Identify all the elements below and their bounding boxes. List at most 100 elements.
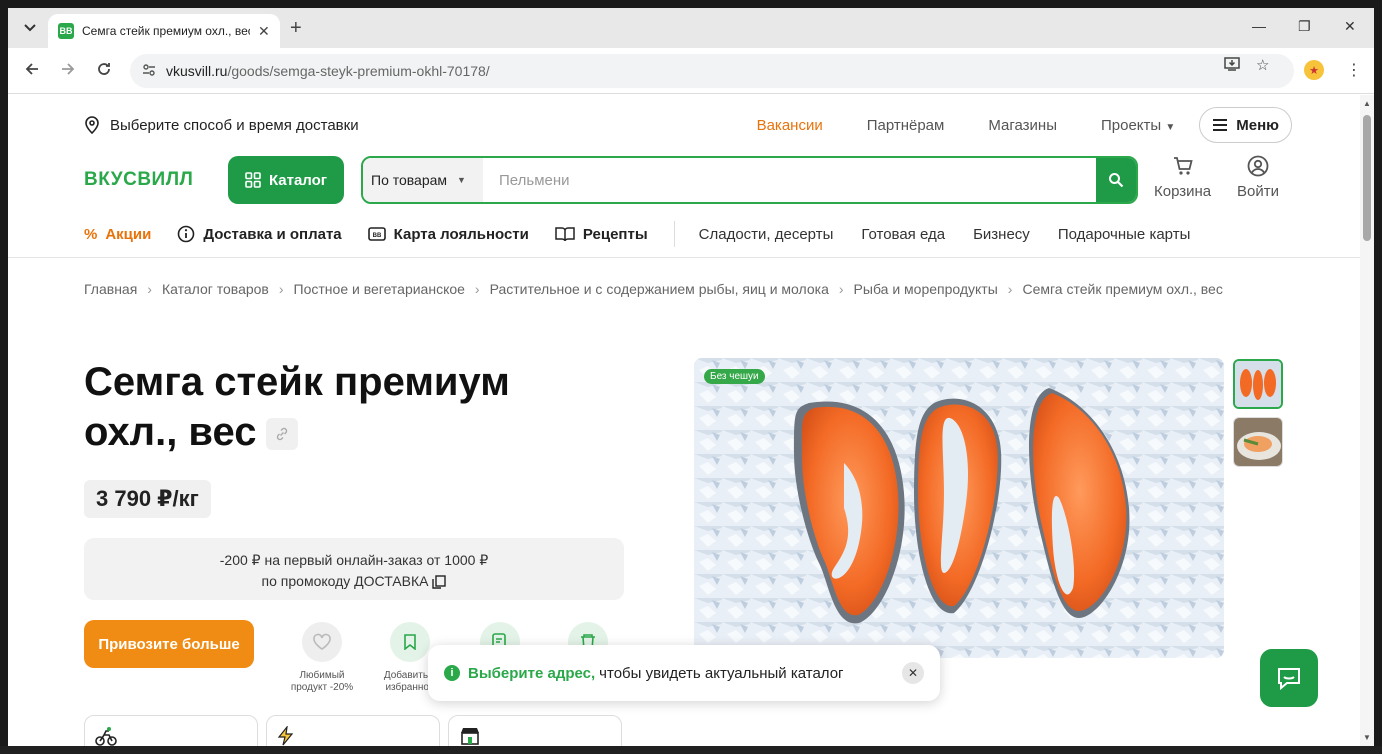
caret-down-icon: ▼ bbox=[1165, 121, 1176, 133]
nav-sweets[interactable]: Сладости, десерты bbox=[699, 226, 834, 243]
thumbnail-cooked-image bbox=[1234, 418, 1282, 466]
breadcrumb: Главная › Каталог товаров › Постное и вегета… bbox=[84, 277, 1284, 301]
breadcrumb-plant-based[interactable]: Растительное и с содержанием рыбы, яиц и… bbox=[490, 281, 829, 297]
page-scrollbar[interactable]: ▲ ▼ bbox=[1360, 95, 1374, 746]
url-text: vkusvill.ru/goods/semga-steyk-premium-ok… bbox=[166, 63, 490, 79]
thumbnail-1[interactable] bbox=[1233, 359, 1283, 409]
breadcrumb-seafood[interactable]: Рыба и морепродукты bbox=[854, 281, 998, 297]
close-toast-icon[interactable]: ✕ bbox=[902, 662, 924, 684]
address-bar[interactable]: vkusvill.ru/goods/semga-steyk-premium-ok… bbox=[130, 54, 1294, 88]
promo-code-copy[interactable]: ДОСТАВКА bbox=[354, 571, 447, 592]
web-page: Выберите способ и время доставки Ваканси… bbox=[8, 95, 1360, 746]
book-icon bbox=[555, 227, 575, 242]
nav-business[interactable]: Бизнесу bbox=[973, 226, 1030, 243]
tab-search-button[interactable] bbox=[16, 16, 44, 40]
breadcrumb-catalog[interactable]: Каталог товаров bbox=[162, 281, 269, 297]
chevron-right-icon: › bbox=[278, 281, 284, 297]
bookmark-star-icon[interactable]: ☆ bbox=[1256, 56, 1269, 74]
bring-more-button[interactable]: Привозите больше bbox=[84, 620, 254, 668]
search-bar: По товарам ▼ bbox=[361, 156, 1138, 204]
search-scope-select[interactable]: По товарам ▼ bbox=[363, 158, 483, 202]
browser-tab-active[interactable]: ВВ Семга стейк премиум охл., вес ✕ bbox=[48, 14, 280, 48]
caret-down-icon: ▼ bbox=[457, 175, 466, 185]
forward-icon[interactable] bbox=[60, 61, 76, 82]
nav-delivery[interactable]: Доставка и оплата bbox=[177, 225, 342, 243]
search-button[interactable] bbox=[1096, 158, 1136, 202]
minimize-icon[interactable]: — bbox=[1252, 18, 1266, 34]
scrollbar-thumb[interactable] bbox=[1363, 115, 1371, 241]
login-button[interactable]: Войти bbox=[1237, 155, 1279, 200]
toast-text: чтобы увидеть актуальный каталог bbox=[599, 664, 844, 682]
nav-loyalty[interactable]: ВВ Карта лояльности bbox=[367, 226, 529, 243]
catalog-button[interactable]: Каталог bbox=[228, 156, 344, 204]
chat-button[interactable] bbox=[1260, 649, 1318, 707]
reload-icon[interactable] bbox=[96, 61, 112, 82]
delivery-label: Выберите способ и время доставки bbox=[110, 116, 359, 134]
bookmark-icon bbox=[390, 622, 430, 662]
site-logo[interactable]: ВКУСВИЛЛ bbox=[84, 169, 193, 191]
header-divider bbox=[8, 257, 1360, 258]
tab-title: Семга стейк премиум охл., вес bbox=[82, 24, 250, 38]
grid-icon bbox=[245, 172, 261, 188]
browser-menu-icon[interactable]: ⋮ bbox=[1346, 60, 1362, 80]
scroll-up-icon[interactable]: ▲ bbox=[1363, 99, 1371, 108]
search-input[interactable] bbox=[483, 158, 1096, 202]
chevron-right-icon: › bbox=[474, 281, 480, 297]
percent-icon: % bbox=[84, 225, 98, 243]
svg-text:ВВ: ВВ bbox=[372, 233, 381, 239]
nav-gift-cards[interactable]: Подарочные карты bbox=[1058, 226, 1191, 243]
category-nav: % Акции Доставка и оплата ВВ Карта лояльн… bbox=[84, 215, 1284, 253]
chevron-right-icon: › bbox=[147, 281, 152, 297]
thumbnail-steaks-image bbox=[1235, 361, 1281, 407]
breadcrumb-lenten[interactable]: Постное и вегетарианское bbox=[294, 281, 465, 297]
close-tab-icon[interactable]: ✕ bbox=[258, 23, 270, 40]
scroll-down-icon[interactable]: ▼ bbox=[1363, 733, 1371, 742]
express-card[interactable] bbox=[266, 715, 440, 746]
main-header: ВКУСВИЛЛ Каталог По товарам ▼ Корзина bbox=[84, 155, 1304, 205]
breadcrumb-current: Семга стейк премиум охл., вес bbox=[1022, 281, 1223, 297]
product-image[interactable]: Без чешуи bbox=[694, 358, 1224, 658]
courier-card[interactable] bbox=[84, 715, 258, 746]
browser-toolbar: vkusvill.ru/goods/semga-steyk-premium-ok… bbox=[8, 48, 1374, 94]
link-partners[interactable]: Партнёрам bbox=[867, 117, 945, 134]
delivery-selector[interactable]: Выберите способ и время доставки bbox=[84, 116, 359, 134]
nav-ready-food[interactable]: Готовая еда bbox=[861, 226, 945, 243]
chevron-right-icon: › bbox=[1007, 281, 1013, 297]
salmon-steaks-photo bbox=[694, 358, 1224, 658]
breadcrumb-home[interactable]: Главная bbox=[84, 281, 137, 297]
nav-recipes[interactable]: Рецепты bbox=[555, 226, 648, 243]
loyalty-card-icon: ВВ bbox=[367, 227, 386, 241]
extension-icon[interactable]: ★ bbox=[1304, 60, 1324, 80]
back-icon[interactable] bbox=[24, 61, 40, 82]
pickup-card[interactable] bbox=[448, 715, 622, 746]
thumbnail-2[interactable] bbox=[1233, 417, 1283, 467]
restore-icon[interactable]: ❐ bbox=[1298, 18, 1311, 35]
hamburger-icon bbox=[1213, 119, 1228, 131]
close-window-icon[interactable]: ✕ bbox=[1344, 18, 1356, 35]
link-stores[interactable]: Магазины bbox=[988, 117, 1057, 134]
product-price: 3 790 ₽/кг bbox=[84, 480, 211, 518]
copy-link-icon[interactable] bbox=[266, 418, 299, 451]
browser-window: ВВ Семга стейк премиум охл., вес ✕ + — ❐… bbox=[8, 8, 1374, 746]
site-info-icon[interactable] bbox=[142, 63, 156, 80]
link-vacancies[interactable]: Вакансии bbox=[757, 117, 823, 134]
new-tab-icon[interactable]: + bbox=[290, 18, 302, 38]
lightning-icon bbox=[277, 724, 294, 746]
favorite-product-action[interactable]: Любимый продукт -20% bbox=[282, 622, 362, 694]
top-links: Вакансии Партнёрам Магазины Проекты ▼ Ме… bbox=[757, 107, 1292, 143]
search-icon bbox=[1109, 173, 1124, 188]
select-address-link[interactable]: Выберите адрес, bbox=[468, 665, 595, 682]
nav-promo[interactable]: % Акции bbox=[84, 226, 151, 243]
copy-icon bbox=[432, 574, 447, 589]
nav-divider bbox=[673, 221, 675, 247]
store-icon bbox=[461, 728, 479, 745]
link-projects[interactable]: Проекты ▼ bbox=[1101, 117, 1175, 134]
promo-code-line: по промокоду ДОСТАВКА bbox=[84, 571, 624, 592]
install-app-icon[interactable] bbox=[1224, 56, 1240, 76]
cart-button[interactable]: Корзина bbox=[1154, 155, 1211, 200]
chat-icon bbox=[1278, 668, 1300, 690]
no-scales-badge: Без чешуи bbox=[704, 369, 765, 384]
os-taskbar bbox=[0, 746, 1382, 754]
info-circle-icon bbox=[178, 225, 195, 243]
menu-button[interactable]: Меню bbox=[1199, 107, 1292, 143]
